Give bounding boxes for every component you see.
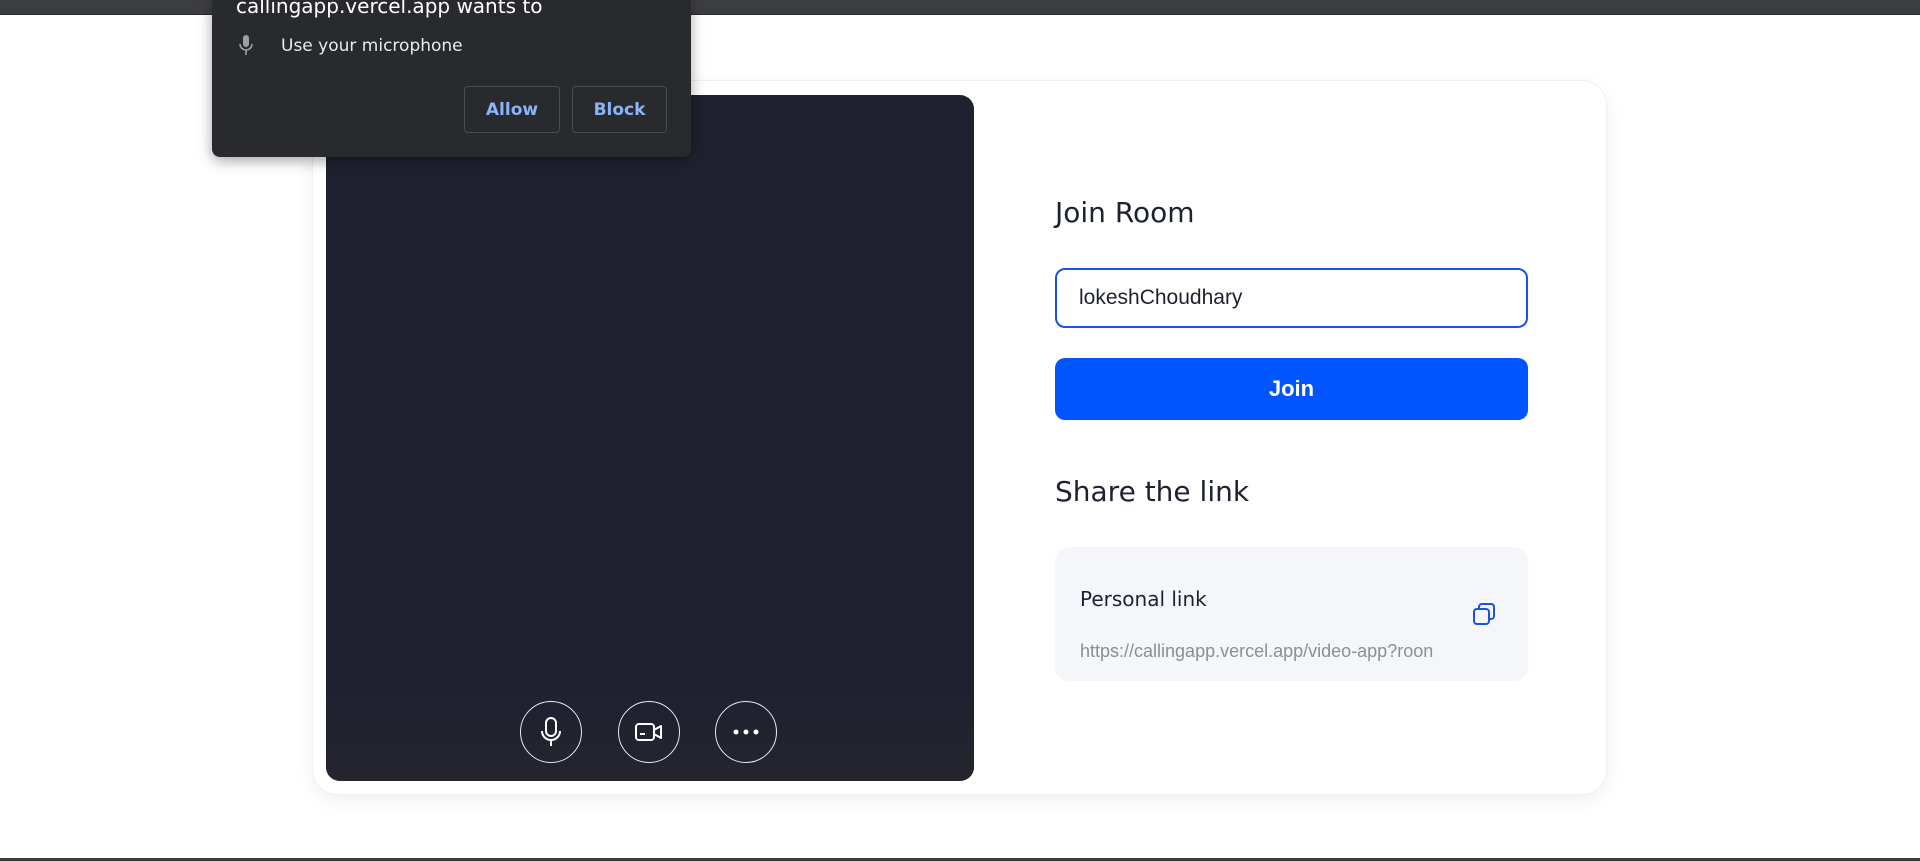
allow-button[interactable]: Allow <box>464 86 560 133</box>
more-options-button[interactable] <box>715 701 777 763</box>
personal-link-title: Personal link <box>1080 587 1207 611</box>
call-setup-card: Join Room Join Share the link Personal l… <box>313 81 1606 794</box>
microphone-icon <box>541 717 561 746</box>
personal-link-box: Personal link https://callingapp.vercel.… <box>1055 547 1528 681</box>
permission-request-text: Use your microphone <box>281 36 463 56</box>
more-horizontal-icon <box>733 729 759 735</box>
video-preview <box>326 95 974 781</box>
block-button[interactable]: Block <box>572 86 667 133</box>
video-camera-icon <box>635 723 662 741</box>
microphone-icon <box>239 35 253 55</box>
name-input[interactable] <box>1055 268 1528 328</box>
personal-link-url: https://callingapp.vercel.app/video-app?… <box>1080 641 1434 661</box>
permission-title: callingapp.vercel.app wants to <box>236 0 543 18</box>
join-button[interactable]: Join <box>1055 358 1528 420</box>
microphone-permission-popup: callingapp.vercel.app wants to Use your … <box>212 0 691 157</box>
microphone-toggle-button[interactable] <box>520 701 582 763</box>
copy-icon <box>1473 603 1495 625</box>
copy-link-button[interactable] <box>1471 601 1497 627</box>
camera-toggle-button[interactable] <box>618 701 680 763</box>
video-controls-bar <box>326 689 974 781</box>
share-link-heading: Share the link <box>1055 475 1250 508</box>
join-room-heading: Join Room <box>1055 196 1195 229</box>
